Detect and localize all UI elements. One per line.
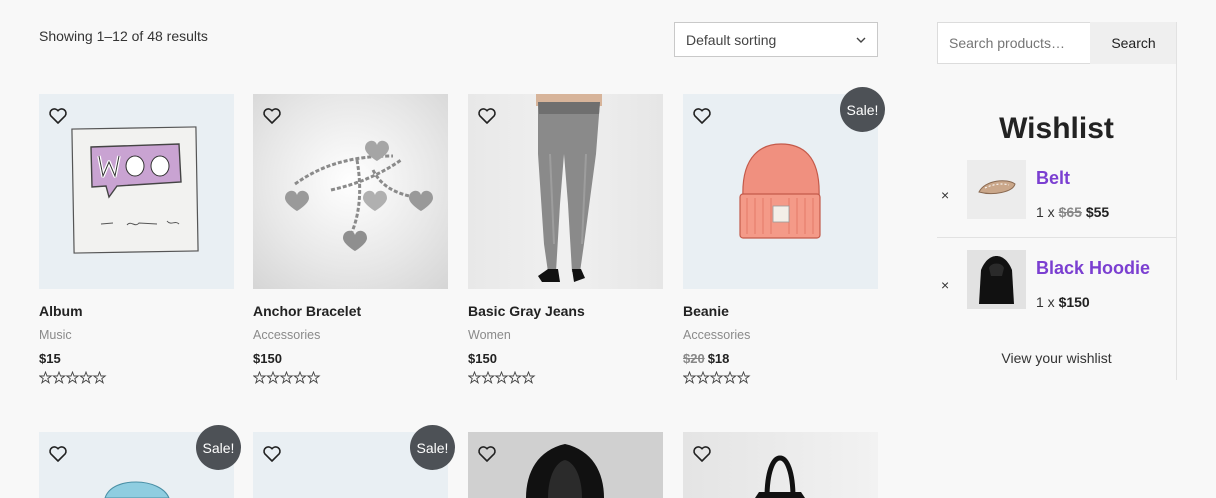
product-category: Women bbox=[468, 328, 511, 342]
hoodie-photo bbox=[526, 444, 604, 498]
product-price: $150 bbox=[468, 351, 663, 366]
product-price: $150 bbox=[253, 351, 448, 366]
wishlist-divider bbox=[937, 237, 1176, 238]
belt-photo bbox=[978, 180, 1016, 195]
hoodie-photo bbox=[979, 256, 1014, 304]
price-current: $150 bbox=[253, 351, 282, 366]
wishlist-item-current-price: $150 bbox=[1058, 294, 1090, 310]
price-current: $18 bbox=[707, 351, 730, 366]
price-current: $150 bbox=[468, 351, 497, 366]
wishlist-item-price: 1 x $65 $55 bbox=[1036, 204, 1109, 220]
search-input[interactable] bbox=[937, 22, 1091, 64]
jeans-photo bbox=[536, 94, 602, 282]
wishlist-item-name[interactable]: Belt bbox=[1036, 168, 1070, 189]
product-image-hoodie[interactable] bbox=[468, 432, 663, 498]
heart-icon[interactable] bbox=[692, 106, 712, 126]
heart-icon[interactable] bbox=[692, 444, 712, 464]
product-title[interactable]: Beanie bbox=[683, 303, 878, 319]
sale-badge: Sale! bbox=[410, 425, 455, 470]
product-card[interactable] bbox=[468, 432, 663, 498]
product-card[interactable] bbox=[683, 432, 878, 498]
wishlist-item: × Black Hoodie 1 x $150 bbox=[937, 250, 1176, 340]
sidebar-divider bbox=[1176, 22, 1177, 380]
wishlist-title: Wishlist bbox=[999, 112, 1114, 145]
wishlist-item-qty: 1 x bbox=[1036, 204, 1055, 220]
product-card[interactable]: Anchor Bracelet Accessories $150 bbox=[253, 94, 448, 385]
star-rating-icon bbox=[253, 371, 448, 385]
product-title[interactable]: Anchor Bracelet bbox=[253, 303, 448, 319]
price-old: $20 bbox=[683, 351, 705, 366]
search-button[interactable]: Search bbox=[1090, 22, 1177, 64]
wishlist-item-image-black-hoodie[interactable] bbox=[967, 250, 1026, 309]
wishlist-item-qty: 1 x bbox=[1036, 294, 1055, 310]
view-wishlist-link[interactable]: View your wishlist bbox=[937, 350, 1176, 366]
results-count: Showing 1–12 of 48 results bbox=[39, 28, 208, 44]
bracelet-photo bbox=[285, 140, 433, 251]
sale-badge: Sale! bbox=[840, 87, 885, 132]
product-price: $20 $18 bbox=[683, 351, 878, 366]
product-category: Accessories bbox=[683, 328, 751, 342]
product-image-anchor-bracelet[interactable] bbox=[253, 94, 448, 289]
heart-icon[interactable] bbox=[477, 444, 497, 464]
heart-icon[interactable] bbox=[48, 444, 68, 464]
star-rating-icon bbox=[38, 370, 234, 385]
wishlist-item-old-price: $65 bbox=[1058, 204, 1082, 220]
sort-select-value: Default sorting bbox=[686, 31, 777, 48]
wishlist-item-name[interactable]: Black Hoodie bbox=[1036, 258, 1150, 279]
heart-icon[interactable] bbox=[262, 106, 282, 126]
heart-icon[interactable] bbox=[48, 106, 68, 126]
product-price: $15 bbox=[39, 351, 234, 366]
star-rating-icon bbox=[468, 371, 663, 385]
product-card[interactable]: Basic Gray Jeans Women $150 bbox=[468, 94, 663, 385]
wishlist-item-image-belt[interactable] bbox=[967, 160, 1026, 219]
product-title[interactable]: Album bbox=[39, 303, 234, 319]
remove-icon[interactable]: × bbox=[941, 277, 949, 293]
heart-icon[interactable] bbox=[477, 106, 497, 126]
remove-icon[interactable]: × bbox=[941, 187, 949, 203]
product-card[interactable]: Album Music $15 bbox=[38, 94, 234, 385]
wishlist-item-price: 1 x $150 bbox=[1036, 294, 1090, 310]
star-rating-icon bbox=[683, 371, 878, 385]
product-category: Accessories bbox=[253, 328, 321, 342]
product-title[interactable]: Basic Gray Jeans bbox=[468, 303, 663, 319]
wishlist-item-current-price: $55 bbox=[1085, 204, 1110, 220]
product-image-album[interactable] bbox=[39, 94, 234, 289]
product-card[interactable]: Sale! bbox=[39, 425, 241, 498]
handbag-photo bbox=[755, 455, 805, 498]
product-card[interactable]: Sale! bbox=[253, 425, 455, 498]
album-cover-art bbox=[71, 126, 199, 254]
heart-icon[interactable] bbox=[262, 444, 282, 464]
product-image-handbag[interactable] bbox=[683, 432, 878, 498]
product-category: Music bbox=[39, 328, 72, 342]
product-image-basic-gray-jeans[interactable] bbox=[468, 94, 663, 289]
chevron-down-icon bbox=[856, 37, 866, 43]
sale-badge: Sale! bbox=[196, 425, 241, 470]
sort-select[interactable]: Default sorting bbox=[674, 22, 878, 57]
product-card[interactable]: Sale! Beanie Accessories $20 $18 bbox=[683, 87, 885, 385]
price-current: $15 bbox=[39, 351, 61, 366]
